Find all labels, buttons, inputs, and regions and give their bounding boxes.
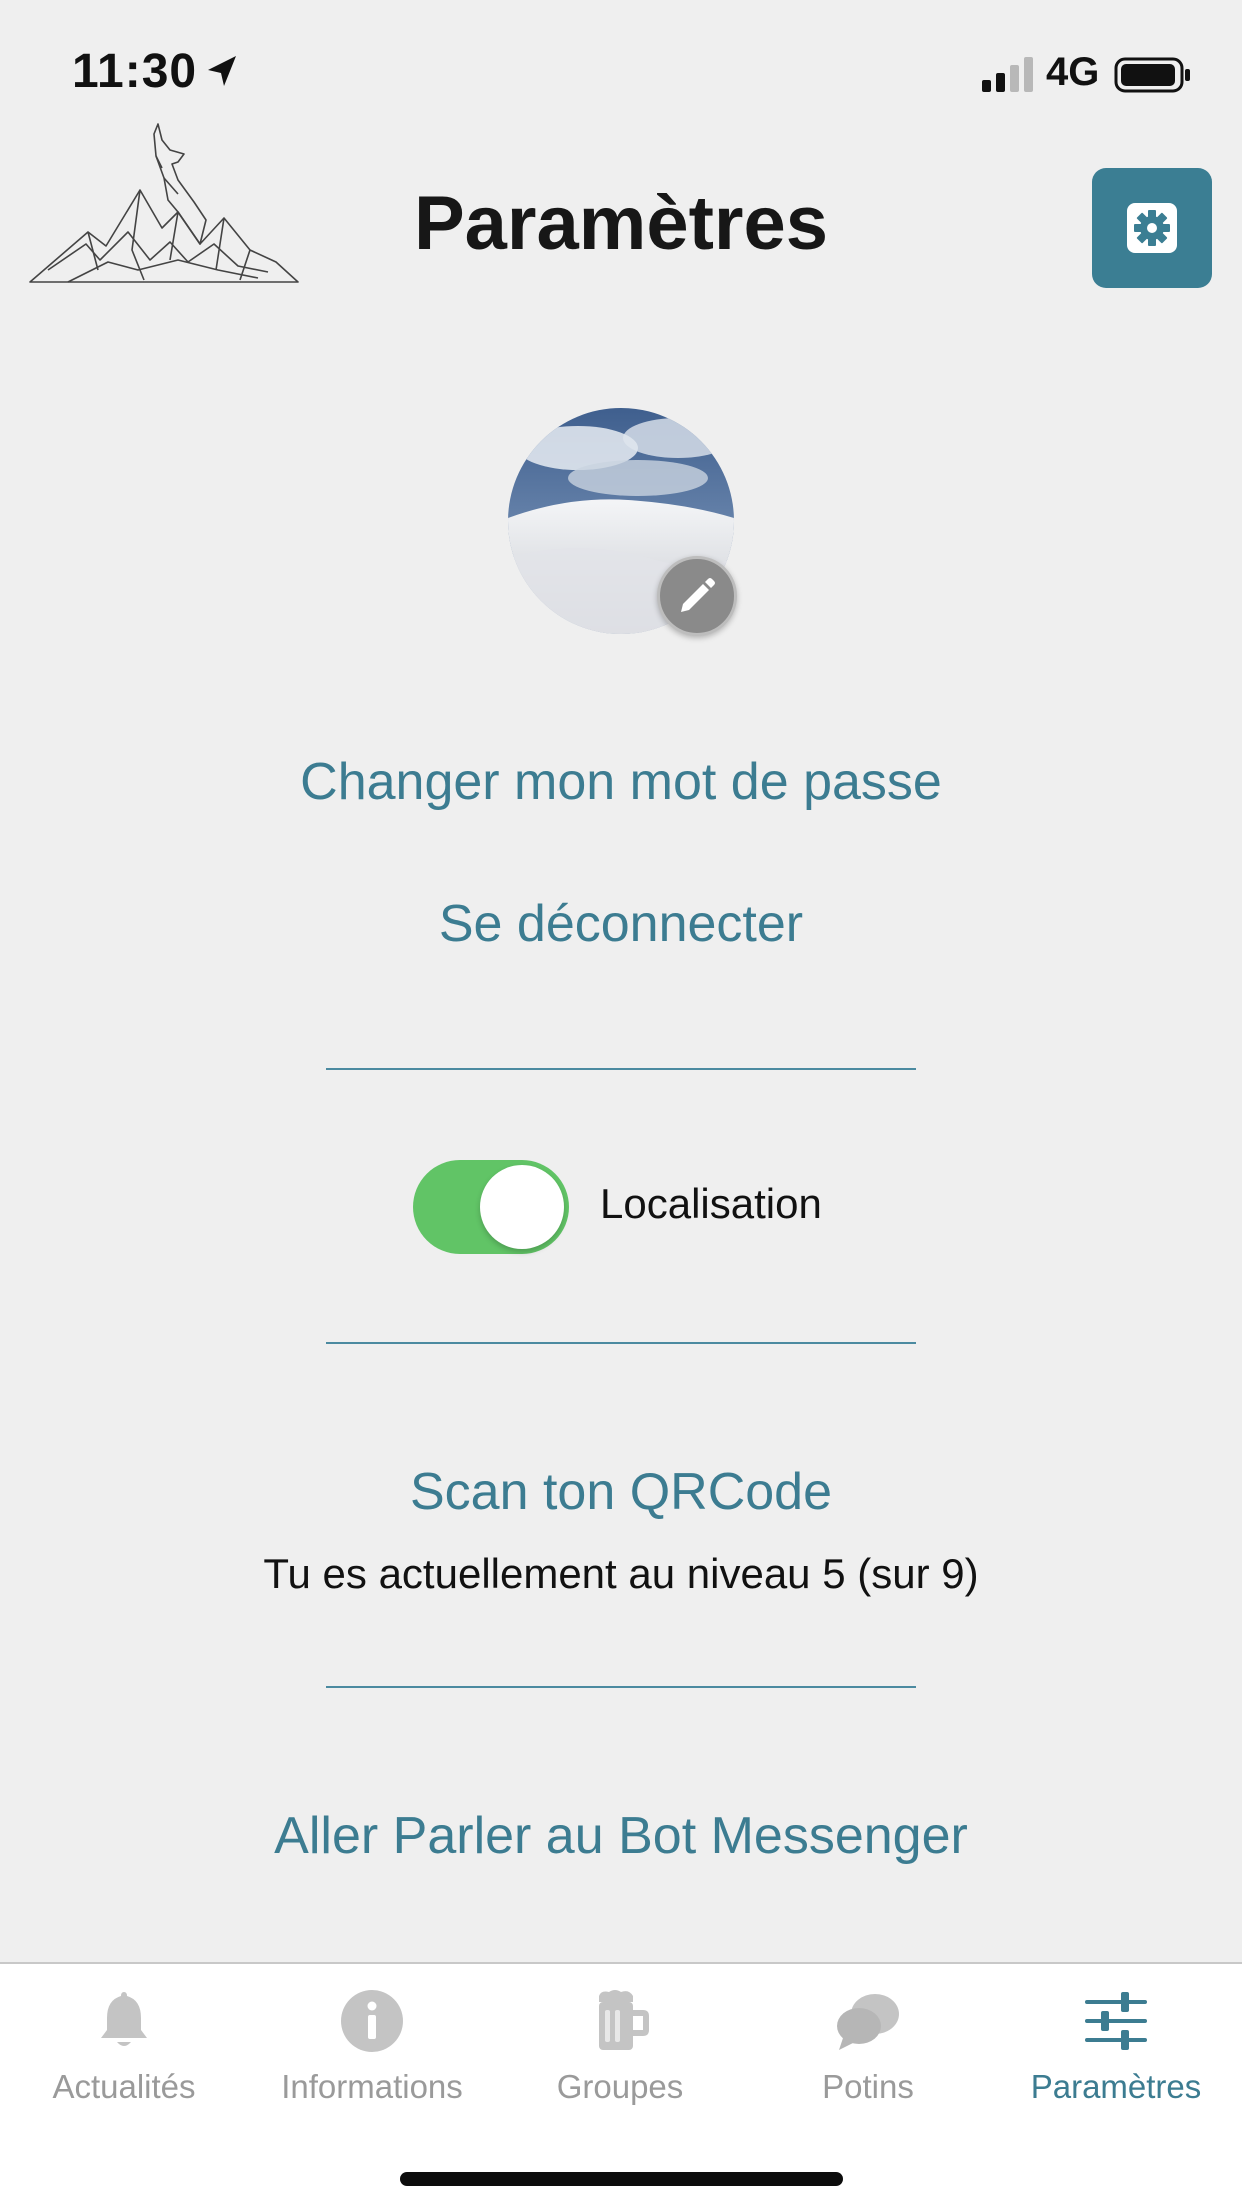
tab-label: Paramètres — [1030, 2068, 1202, 2105]
level-text: Tu es actuellement au niveau 5 (sur 9) — [263, 1550, 979, 1597]
tab-groupes[interactable]: Groupes — [496, 1964, 744, 2124]
divider — [326, 1068, 916, 1070]
tab-potins[interactable]: Potins — [744, 1964, 992, 2124]
chat-bubbles-icon — [837, 1994, 899, 2050]
location-toggle[interactable] — [413, 1160, 569, 1254]
network-type: 4G — [1046, 50, 1100, 94]
bot-messenger-link[interactable]: Aller Parler au Bot Messenger — [0, 1806, 1242, 1866]
tab-label: Potins — [822, 2068, 914, 2105]
tab-label: Groupes — [556, 2068, 684, 2105]
home-indicator — [400, 2172, 843, 2186]
scan-qrcode-link[interactable]: Scan ton QRCode — [0, 1462, 1242, 1522]
info-icon — [341, 1990, 403, 2052]
sliders-icon — [1085, 1992, 1147, 2050]
beer-mug-icon — [599, 1990, 649, 2050]
tab-parametres[interactable]: Paramètres — [992, 1964, 1240, 2124]
change-password-link[interactable]: Changer mon mot de passe — [0, 752, 1242, 812]
bell-icon — [101, 1992, 147, 2046]
settings-button[interactable] — [1092, 168, 1212, 288]
gear-icon — [1127, 203, 1177, 253]
toggle-knob — [480, 1165, 564, 1249]
page-title: Paramètres — [413, 181, 829, 266]
divider — [326, 1342, 916, 1344]
divider — [326, 1686, 916, 1688]
tab-actualites[interactable]: Actualités — [0, 1964, 248, 2124]
logout-link[interactable]: Se déconnecter — [0, 894, 1242, 954]
edit-avatar-button[interactable] — [657, 556, 737, 636]
pencil-icon — [681, 578, 715, 612]
tab-label: Actualités — [52, 2068, 196, 2105]
tab-informations[interactable]: Informations — [248, 1964, 496, 2124]
signal-icon — [982, 57, 1033, 92]
location-label: Localisation — [600, 1180, 822, 1227]
location-arrow-icon — [208, 56, 236, 86]
status-bar: 11:30 4G — [0, 0, 1242, 140]
tab-label: Informations — [281, 2068, 463, 2105]
battery-icon — [1114, 57, 1190, 93]
status-time: 11:30 — [72, 45, 198, 98]
